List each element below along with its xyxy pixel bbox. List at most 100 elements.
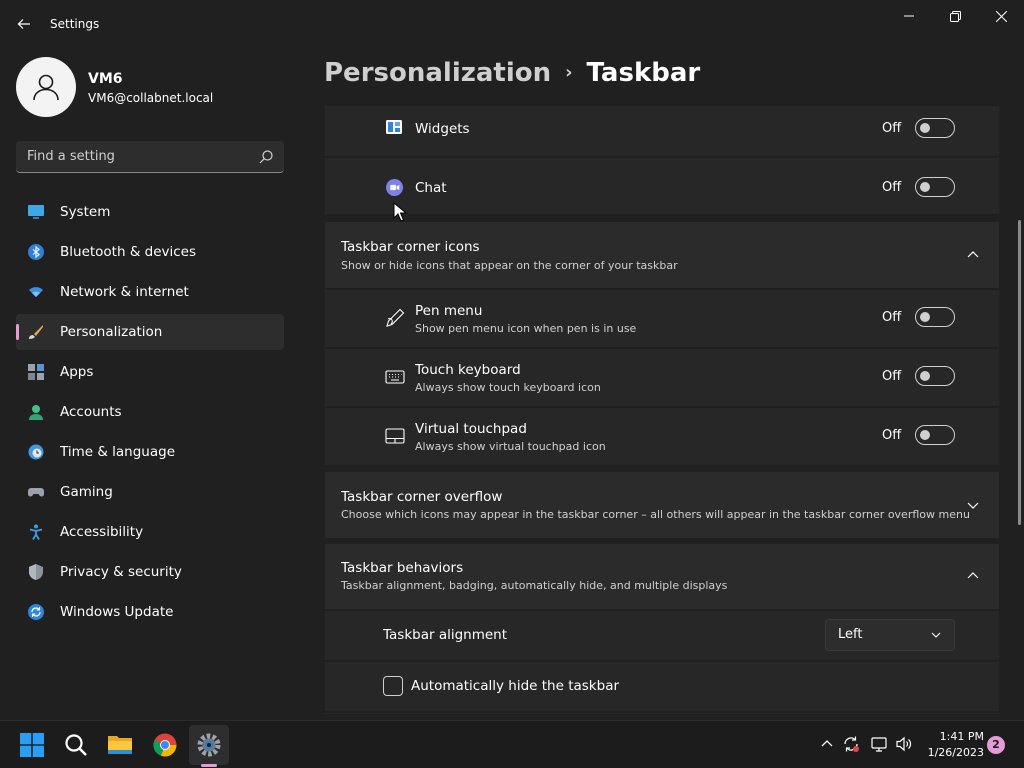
sidebar-item-time-language[interactable]: Time & language <box>16 434 284 470</box>
virtual-touchpad-state: Off <box>882 428 902 443</box>
widgets-state: Off <box>882 121 902 136</box>
corner-overflow-title: Taskbar corner overflow <box>341 489 503 505</box>
clock-date: 1/26/2023 <box>927 746 984 759</box>
chevron-up-icon <box>821 740 833 747</box>
touch-keyboard-toggle[interactable] <box>915 366 955 386</box>
autohide-checkbox[interactable] <box>383 676 403 696</box>
settings-icon <box>197 733 221 757</box>
touch-keyboard-title: Touch keyboard <box>415 362 521 378</box>
sidebar-item-label: Personalization <box>60 324 163 340</box>
next-row <box>325 713 999 714</box>
settings-content: Widgets Off Chat Off Taskbar corner icon… <box>325 106 999 714</box>
behaviors-desc: Taskbar alignment, badging, automaticall… <box>341 579 728 592</box>
scrollbar[interactable] <box>1018 220 1021 525</box>
clock-time: 1:41 PM <box>939 730 984 743</box>
taskbar-alignment-value: Left <box>838 627 863 642</box>
sidebar-item-apps[interactable]: Apps <box>16 354 284 390</box>
chat-label: Chat <box>415 180 447 196</box>
behaviors-title: Taskbar behaviors <box>341 560 464 576</box>
sidebar-item-personalization[interactable]: Personalization <box>16 314 284 350</box>
chevron-up-icon[interactable] <box>965 247 981 263</box>
file-explorer-button[interactable] <box>100 725 140 765</box>
sidebar-item-network[interactable]: Network & internet <box>16 274 284 310</box>
sidebar-item-bluetooth[interactable]: Bluetooth & devices <box>16 234 284 270</box>
corner-icons-desc: Show or hide icons that appear on the co… <box>341 259 678 272</box>
pen-menu-row: Pen menu Show pen menu icon when pen is … <box>325 290 999 347</box>
keyboard-icon <box>385 370 405 384</box>
widgets-row: Widgets Off <box>325 106 999 156</box>
apps-icon <box>28 364 44 380</box>
corner-overflow-desc: Choose which icons may appear in the tas… <box>341 508 970 521</box>
pen-menu-title: Pen menu <box>415 303 483 319</box>
settings-taskbar-button[interactable] <box>189 725 229 765</box>
sidebar-item-label: Time & language <box>60 444 176 460</box>
virtual-touchpad-toggle[interactable] <box>915 425 955 445</box>
behaviors-header[interactable]: Taskbar behaviors Taskbar alignment, bad… <box>325 544 999 609</box>
taskbar-alignment-row: Taskbar alignment Left <box>325 611 999 660</box>
sidebar-item-accessibility[interactable]: Accessibility <box>16 514 284 550</box>
sidebar-item-label: Gaming <box>60 484 113 500</box>
chevron-up-icon[interactable] <box>965 568 981 584</box>
close-icon <box>995 10 1007 22</box>
sync-icon <box>844 736 859 752</box>
start-button[interactable] <box>12 725 52 765</box>
taskbar-alignment-dropdown[interactable]: Left <box>825 619 955 651</box>
pen-menu-state: Off <box>882 310 902 325</box>
person-icon <box>29 405 43 420</box>
sidebar-nav: System Bluetooth & devices Network & int… <box>16 194 284 634</box>
sidebar-item-label: Privacy & security <box>60 564 182 580</box>
taskbar-search-button[interactable] <box>56 725 96 765</box>
pen-menu-toggle[interactable] <box>915 307 955 327</box>
sidebar-item-privacy[interactable]: Privacy & security <box>16 554 284 590</box>
autohide-label: Automatically hide the taskbar <box>411 678 620 694</box>
chevron-down-icon[interactable] <box>965 497 981 513</box>
sidebar-item-accounts[interactable]: Accounts <box>16 394 284 430</box>
accessibility-icon <box>29 524 43 540</box>
corner-icons-header[interactable]: Taskbar corner icons Show or hide icons … <box>325 222 999 288</box>
file-explorer-icon <box>108 736 132 754</box>
back-button[interactable] <box>10 10 38 38</box>
user-icon <box>33 74 59 101</box>
breadcrumb-parent[interactable]: Personalization <box>324 58 551 88</box>
sidebar-item-system[interactable]: System <box>16 194 284 230</box>
shield-icon <box>29 564 43 580</box>
network-tray-button[interactable] <box>870 735 888 753</box>
close-button[interactable] <box>978 0 1024 32</box>
clock[interactable]: 1:41 PM 1/26/2023 <box>922 729 984 761</box>
pen-menu-desc: Show pen menu icon when pen is in use <box>415 322 637 335</box>
restore-button[interactable] <box>932 0 978 32</box>
widgets-label: Widgets <box>415 121 470 137</box>
search-placeholder: Find a setting <box>27 149 115 164</box>
touch-keyboard-desc: Always show touch keyboard icon <box>415 381 601 394</box>
show-hidden-icons-button[interactable] <box>818 735 836 753</box>
clock-globe-icon <box>28 444 44 460</box>
notification-badge[interactable]: 2 <box>987 736 1005 754</box>
app-title: Settings <box>50 17 100 31</box>
network-icon <box>871 737 887 752</box>
search-input[interactable]: Find a setting <box>16 141 284 173</box>
sidebar-item-windows-update[interactable]: Windows Update <box>16 594 284 630</box>
sidebar-item-gaming[interactable]: Gaming <box>16 474 284 510</box>
back-arrow-icon <box>17 19 30 29</box>
chrome-icon <box>153 733 177 757</box>
sync-tray-button[interactable] <box>842 735 860 753</box>
chrome-button[interactable] <box>145 725 185 765</box>
breadcrumb: Personalization › Taskbar <box>324 58 700 88</box>
search-icon <box>259 150 273 164</box>
chevron-down-icon <box>931 632 941 638</box>
user-name: VM6 <box>88 71 123 87</box>
taskbar: 1:41 PM 1/26/2023 2 <box>0 720 1024 768</box>
chat-state: Off <box>882 180 902 195</box>
page-title: Taskbar <box>586 58 701 88</box>
mouse-cursor-icon <box>393 202 407 222</box>
volume-tray-button[interactable] <box>895 735 913 753</box>
chat-row: Chat Off <box>325 158 999 214</box>
user-email: VM6@collabnet.local <box>88 91 214 105</box>
minimize-button[interactable] <box>886 0 932 32</box>
chat-toggle[interactable] <box>915 177 955 197</box>
sidebar-item-label: Accounts <box>60 404 122 420</box>
corner-overflow-header[interactable]: Taskbar corner overflow Choose which ico… <box>325 472 999 538</box>
touchpad-icon <box>385 428 405 444</box>
touch-keyboard-state: Off <box>882 369 902 384</box>
widgets-toggle[interactable] <box>915 118 955 138</box>
